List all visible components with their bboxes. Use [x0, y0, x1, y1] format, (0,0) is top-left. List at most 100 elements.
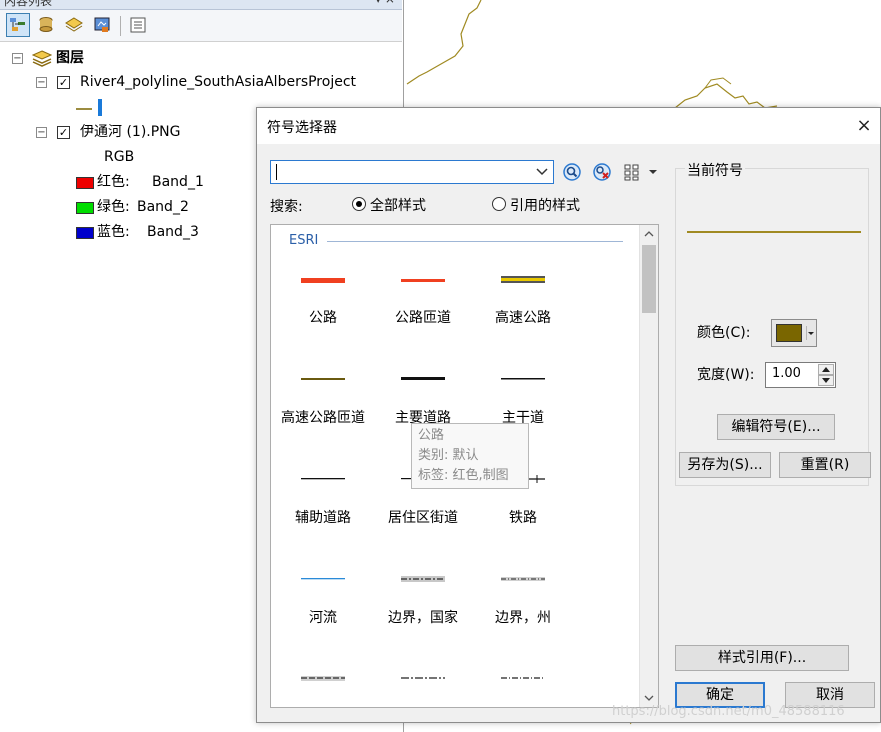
gallery-scrollbar[interactable]: [639, 225, 658, 707]
options-icon[interactable]: [126, 13, 150, 37]
expander-layers[interactable]: −: [12, 53, 23, 64]
color-picker-button[interactable]: [771, 319, 817, 347]
symbol-cell-highway-ramp[interactable]: 公路匝道: [373, 245, 473, 345]
symbol-cell-row5-3[interactable]: [473, 645, 573, 707]
symbol-tooltip: 公路 类别: 默认 标签: 红色,制图: [411, 423, 529, 489]
band-red-swatch[interactable]: [76, 177, 94, 189]
reset-button[interactable]: 重置(R): [779, 452, 871, 478]
expander-layer-png[interactable]: −: [36, 127, 47, 138]
band-red-value: Band_1: [152, 174, 204, 190]
symbol-cell-expressway[interactable]: 高速公路: [473, 245, 573, 345]
close-icon[interactable]: ×: [852, 114, 876, 138]
scroll-thumb[interactable]: [642, 245, 656, 313]
symbol-label: 铁路: [509, 510, 537, 526]
band-red-label: 红色:: [97, 174, 130, 190]
search-input[interactable]: [271, 161, 529, 183]
symbol-swatch: [301, 478, 345, 480]
symbol-label: 公路匝道: [395, 310, 451, 326]
symbol-cell-boundary-state[interactable]: 边界，州: [473, 545, 573, 645]
symbol-label: 河流: [309, 610, 337, 626]
symbol-cell-expressway-ramp[interactable]: 高速公路匝道: [273, 345, 373, 445]
symbol-cell-row5-1[interactable]: [273, 645, 373, 707]
layers-icon: [31, 50, 53, 72]
dialog-titlebar[interactable]: 符号选择器 ×: [257, 108, 880, 144]
view-options-icon[interactable]: [621, 161, 661, 183]
chevron-down-icon[interactable]: [533, 163, 551, 181]
symbol-swatch: [501, 677, 545, 679]
expander-layer-river[interactable]: −: [36, 77, 47, 88]
width-value[interactable]: 1.00: [772, 366, 801, 381]
radio-all-styles[interactable]: [352, 197, 366, 211]
clear-search-icon[interactable]: [591, 161, 613, 183]
band-blue-swatch[interactable]: [76, 227, 94, 239]
symbol-cell-river[interactable]: 河流: [273, 545, 373, 645]
search-icon[interactable]: [561, 161, 583, 183]
layer-river-name[interactable]: River4_polyline_SouthAsiaAlbersProject: [80, 71, 356, 93]
symbol-swatch: [401, 576, 445, 582]
layer-river-visibility-checkbox[interactable]: ✓: [57, 76, 70, 89]
symbol-label: 高速公路匝道: [281, 410, 365, 426]
edit-symbol-button[interactable]: 编辑符号(E)...: [717, 414, 835, 440]
list-by-source-icon[interactable]: [34, 13, 58, 37]
symbol-swatch: [301, 278, 345, 283]
search-combobox[interactable]: [270, 160, 554, 184]
spin-down-icon[interactable]: [818, 375, 834, 386]
symbol-label: 边界，国家: [388, 610, 458, 626]
radio-referenced-styles-label[interactable]: 引用的样式: [510, 195, 580, 215]
layers-root-label[interactable]: 图层: [56, 47, 84, 69]
list-by-visibility-icon[interactable]: [62, 13, 86, 37]
radio-all-styles-label[interactable]: 全部样式: [370, 195, 426, 215]
toc-toolbar: [0, 10, 402, 42]
symbol-label: 高速公路: [495, 310, 551, 326]
symbol-cell-highway[interactable]: 公路: [273, 245, 373, 345]
watermark-text: https://blog.csdn.net/m0_48588116: [612, 704, 845, 719]
symbol-label: 公路: [309, 310, 337, 326]
list-by-selection-icon[interactable]: [90, 13, 114, 37]
band-green-swatch[interactable]: [76, 202, 94, 214]
band-blue-value: Band_3: [147, 224, 199, 240]
symbol-gallery[interactable]: ESRI 公路 公路匝道 高速公路 高速公路匝道 主要道路 主干道 辅助道路 居…: [270, 224, 659, 708]
style-references-button[interactable]: 样式引用(F)...: [675, 645, 849, 671]
layer-png-visibility-checkbox[interactable]: ✓: [57, 126, 70, 139]
band-blue-label: 蓝色:: [97, 224, 130, 240]
radio-referenced-styles[interactable]: [492, 197, 506, 211]
band-green-label: 绿色:: [97, 199, 130, 215]
symbol-swatch: [501, 577, 545, 581]
layer-river-symbol[interactable]: [76, 98, 106, 122]
scroll-up-icon[interactable]: [640, 225, 658, 243]
width-spinner[interactable]: 1.00: [765, 362, 836, 388]
symbol-selector-dialog: 符号选择器 × 搜索: 全部样式 引用的样式 ESRI 公路 公路匝道 高速公路…: [256, 107, 881, 723]
rgb-label: RGB: [104, 149, 135, 165]
symbol-cell-collector[interactable]: 辅助道路: [273, 445, 373, 545]
tooltip-tags: 标签: 红色,制图: [418, 468, 509, 483]
symbol-swatch: [301, 676, 345, 681]
save-as-button[interactable]: 另存为(S)...: [679, 452, 771, 478]
toolbar-separator: [120, 16, 121, 36]
color-chip: [776, 324, 802, 342]
tooltip-category: 类别: 默认: [418, 448, 479, 463]
spin-up-icon[interactable]: [818, 364, 834, 375]
symbol-swatch: [301, 378, 345, 380]
symbol-swatch: [301, 578, 345, 580]
pin-icon[interactable]: ▾ ×: [375, 0, 395, 6]
layer-png-name[interactable]: 伊通河 (1).PNG: [80, 121, 181, 143]
chevron-down-icon: [805, 326, 814, 344]
current-symbol-preview: [687, 231, 861, 233]
symbol-cell-boundary-country[interactable]: 边界，国家: [373, 545, 473, 645]
search-label: 搜索:: [270, 199, 303, 215]
width-label: 宽度(W):: [697, 367, 755, 383]
tooltip-name: 公路: [418, 428, 445, 443]
symbol-label: 边界，州: [495, 610, 551, 626]
color-label: 颜色(C):: [697, 325, 751, 341]
symbol-swatch: [401, 279, 445, 282]
gallery-group-divider: [327, 241, 623, 242]
band-green-value: Band_2: [137, 199, 189, 215]
current-symbol-label: 当前符号: [685, 160, 745, 180]
symbol-label: 居住区街道: [388, 510, 458, 526]
symbol-swatch: [401, 677, 445, 679]
list-by-drawing-order-icon[interactable]: [6, 13, 30, 37]
dialog-title: 符号选择器: [267, 120, 337, 136]
symbol-swatch: [501, 276, 545, 283]
text-cursor: [276, 164, 277, 180]
symbol-cell-row5-2[interactable]: [373, 645, 473, 707]
